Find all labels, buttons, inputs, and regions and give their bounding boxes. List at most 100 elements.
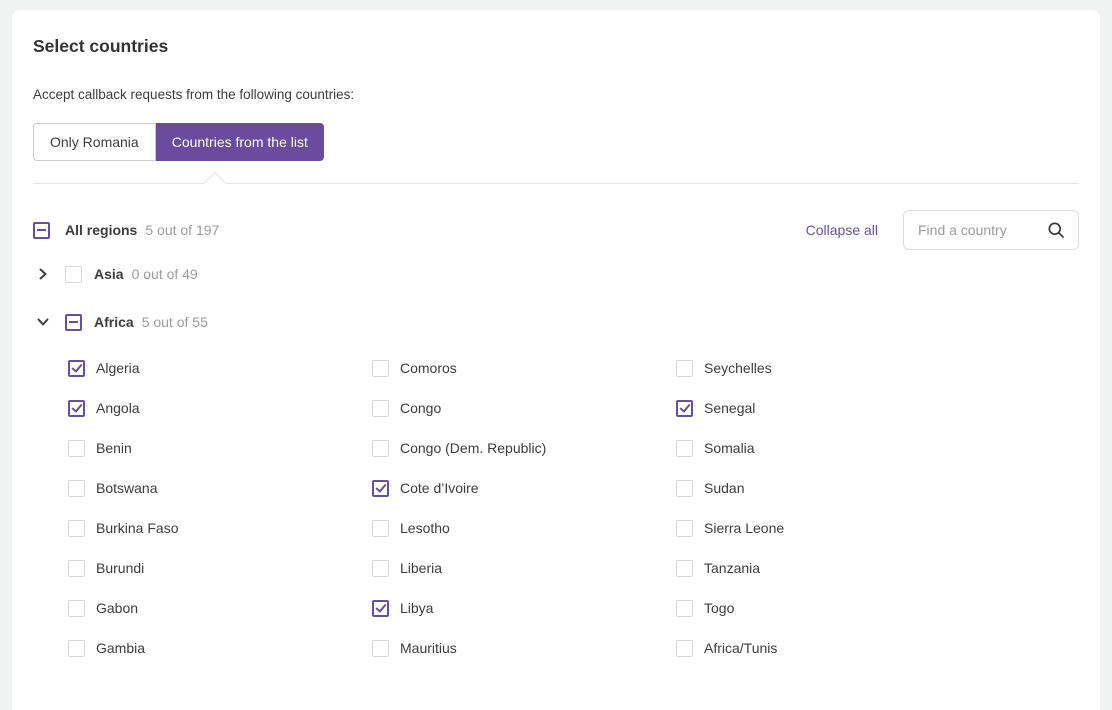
all-regions-checkbox-indeterminate[interactable] [33, 221, 50, 239]
country-row[interactable]: Algeria [68, 348, 372, 388]
region-count: 0 out of 49 [131, 266, 198, 282]
country-label: Somalia [704, 440, 755, 456]
checkbox-unchecked[interactable] [676, 559, 693, 577]
checkbox-unchecked[interactable] [676, 439, 693, 457]
country-label: Mauritius [400, 640, 457, 656]
country-label: Congo (Dem. Republic) [400, 440, 547, 456]
checkbox-checked[interactable] [676, 399, 693, 417]
country-row[interactable]: Benin [68, 428, 372, 468]
all-regions-count: 5 out of 197 [145, 222, 220, 238]
country-row[interactable]: Gambia [68, 628, 372, 668]
country-row[interactable]: Sierra Leone [676, 508, 980, 548]
checkbox-unchecked[interactable] [68, 479, 85, 497]
checkbox-unchecked[interactable] [676, 359, 693, 377]
country-label: Senegal [704, 400, 756, 416]
checkbox-unchecked[interactable] [372, 359, 389, 377]
country-label: Africa/Tunis [704, 640, 778, 656]
country-row[interactable]: Liberia [372, 548, 676, 588]
country-label: Burkina Faso [96, 520, 179, 536]
checkbox-checked[interactable] [68, 359, 85, 377]
country-row[interactable]: Senegal [676, 388, 980, 428]
country-row[interactable]: Gabon [68, 588, 372, 628]
country-row[interactable]: Lesotho [372, 508, 676, 548]
country-label: Gambia [96, 640, 146, 656]
checkbox-unchecked[interactable] [372, 439, 389, 457]
only-romania-button[interactable]: Only Romania [33, 123, 156, 161]
all-regions-row: All regions 5 out of 197 [33, 221, 220, 239]
checkbox-unchecked[interactable] [676, 639, 693, 657]
country-row[interactable]: Congo (Dem. Republic) [372, 428, 676, 468]
divider [33, 171, 1079, 195]
country-column: Seychelles Senegal Somalia Sudan Sierra Leon… [676, 348, 980, 668]
country-label: Botswana [96, 480, 158, 496]
country-row[interactable]: Togo [676, 588, 980, 628]
country-label: Sudan [704, 480, 745, 496]
checkbox-unchecked[interactable] [676, 479, 693, 497]
country-row[interactable]: Cote d’Ivoire [372, 468, 676, 508]
country-mode-toggle: Only Romania Countries from the list [33, 123, 1079, 161]
chevron-right-icon[interactable] [33, 266, 57, 282]
countries-from-list-button[interactable]: Countries from the list [155, 123, 324, 161]
country-label: Benin [96, 440, 132, 456]
country-row[interactable]: Tanzania [676, 548, 980, 588]
country-row[interactable]: Angola [68, 388, 372, 428]
country-label: Algeria [96, 360, 140, 376]
country-label: Sierra Leone [704, 520, 785, 536]
all-regions-label: All regions [65, 222, 138, 238]
collapse-all-link[interactable]: Collapse all [806, 222, 878, 238]
country-row[interactable]: Libya [372, 588, 676, 628]
country-row[interactable]: Botswana [68, 468, 372, 508]
country-label: Seychelles [704, 360, 772, 376]
checkbox-unchecked[interactable] [68, 639, 85, 657]
country-label: Congo [400, 400, 442, 416]
country-label: Angola [96, 400, 140, 416]
country-column: Algeria Angola Benin Botswana Burkina Faso Bu… [68, 348, 372, 668]
search-input[interactable] [916, 221, 1046, 239]
chevron-down-icon[interactable] [33, 314, 57, 330]
country-label: Gabon [96, 600, 139, 616]
page-title: Select countries [33, 36, 169, 56]
checkbox-unchecked[interactable] [676, 519, 693, 537]
country-column: Comoros Congo Congo (Dem. Republic) Cote d’… [372, 348, 676, 668]
checkbox-unchecked[interactable] [676, 599, 693, 617]
country-search-box[interactable] [903, 210, 1079, 250]
country-row[interactable]: Comoros [372, 348, 676, 388]
checkbox-unchecked[interactable] [372, 519, 389, 537]
checkbox-unchecked[interactable] [68, 519, 85, 537]
region-count: 5 out of 55 [141, 314, 208, 330]
region-name: Africa [94, 314, 134, 330]
country-row[interactable]: Burundi [68, 548, 372, 588]
checkbox-unchecked[interactable] [372, 399, 389, 417]
country-label: Comoros [400, 360, 457, 376]
search-icon[interactable] [1046, 220, 1066, 240]
select-countries-card: Select countries Accept callback request… [12, 10, 1100, 710]
country-label: Libya [400, 600, 434, 616]
country-row[interactable]: Africa/Tunis [676, 628, 980, 668]
country-row[interactable]: Seychelles [676, 348, 980, 388]
country-row[interactable]: Somalia [676, 428, 980, 468]
asia-checkbox-unchecked[interactable] [65, 265, 82, 283]
checkbox-unchecked[interactable] [68, 599, 85, 617]
region-row-africa: Africa 5 out of 55 [33, 298, 1079, 346]
country-label: Cote d’Ivoire [400, 480, 479, 496]
country-label: Lesotho [400, 520, 450, 536]
country-label: Burundi [96, 560, 145, 576]
controls-row: All regions 5 out of 197 Collapse all [33, 210, 1079, 250]
country-row[interactable]: Sudan [676, 468, 980, 508]
checkbox-checked[interactable] [372, 599, 389, 617]
checkbox-unchecked[interactable] [68, 559, 85, 577]
country-row[interactable]: Burkina Faso [68, 508, 372, 548]
checkbox-checked[interactable] [372, 479, 389, 497]
country-label: Togo [704, 600, 735, 616]
checkbox-unchecked[interactable] [68, 439, 85, 457]
checkbox-checked[interactable] [68, 399, 85, 417]
checkbox-unchecked[interactable] [372, 559, 389, 577]
divider-notch [203, 171, 227, 195]
country-grid: Algeria Angola Benin Botswana Burkina Faso Bu… [68, 348, 1079, 668]
checkbox-unchecked[interactable] [372, 639, 389, 657]
country-row[interactable]: Congo [372, 388, 676, 428]
africa-checkbox-indeterminate[interactable] [65, 313, 82, 331]
country-label: Tanzania [704, 560, 761, 576]
country-row[interactable]: Mauritius [372, 628, 676, 668]
region-row-asia: Asia 0 out of 49 [33, 250, 1079, 298]
